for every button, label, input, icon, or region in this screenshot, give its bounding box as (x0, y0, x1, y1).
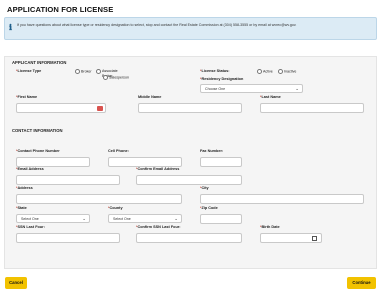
last-name-label: *Last Name (260, 95, 281, 99)
confirm-email-label: *Confirm Email Address (136, 167, 180, 171)
fax-input[interactable] (200, 157, 242, 167)
cancel-button[interactable]: Cancel (5, 277, 27, 289)
info-text: If you have questions about what license… (17, 23, 297, 27)
license-type-label: *License Type (16, 69, 42, 73)
confirm-email-input[interactable] (136, 175, 242, 185)
email-input[interactable] (16, 175, 120, 185)
city-input[interactable] (200, 194, 364, 204)
autofill-icon[interactable] (97, 105, 103, 111)
middle-name-input[interactable] (138, 103, 242, 113)
confirm-ssn-label: *Confirm SSN Last Four: (136, 225, 181, 229)
middle-name-label: Middle Name (138, 95, 162, 99)
state-label: *State (16, 206, 27, 210)
radio-icon[interactable] (278, 69, 283, 74)
state-select[interactable]: Select One ⌄ (16, 214, 90, 223)
residency-label: *Residency Designation (200, 77, 244, 81)
page-title: APPLICATION FOR LICENSE (7, 5, 114, 14)
radio-salesperson[interactable]: Salesperson (103, 75, 129, 80)
zip-input[interactable] (200, 214, 242, 224)
zip-label: *Zip Code (200, 206, 218, 210)
chevron-down-icon: ⌄ (295, 86, 299, 91)
email-label: *Email Address (16, 167, 44, 171)
info-banner: ℹ If you have questions about what licen… (4, 17, 377, 40)
section-title-applicant: APPLICANT INFORMATION (12, 60, 67, 65)
county-select[interactable]: Select One ⌄ (108, 214, 182, 223)
radio-icon[interactable] (96, 69, 101, 74)
section-title-contact: CONTACT INFORMATION (12, 128, 63, 133)
first-name-label: *First Name (16, 95, 38, 99)
chevron-down-icon: ⌄ (174, 216, 178, 221)
info-icon: ℹ (9, 22, 13, 32)
contact-phone-input[interactable] (16, 157, 90, 167)
ssn-label: *SSN Last Four: (16, 225, 45, 229)
residency-select[interactable]: Choose One ⌄ (200, 84, 303, 93)
birth-date-label: *Birth Date (260, 225, 280, 229)
license-status-label: *License Status: (200, 69, 230, 73)
radio-active[interactable]: Active (257, 69, 273, 74)
city-label: *City (200, 186, 209, 190)
address-input[interactable] (16, 194, 182, 204)
ssn-input[interactable] (16, 233, 120, 243)
first-name-input[interactable] (16, 103, 106, 113)
cell-phone-label: Cell Phone: (108, 149, 129, 153)
address-label: *Address (16, 186, 33, 190)
radio-icon[interactable] (257, 69, 262, 74)
fax-label: Fax Number: (200, 149, 224, 153)
last-name-input[interactable] (260, 103, 364, 113)
radio-icon[interactable] (103, 75, 108, 80)
confirm-ssn-input[interactable] (136, 233, 242, 243)
calendar-icon[interactable] (312, 235, 317, 241)
radio-inactive[interactable]: Inactive (278, 69, 296, 74)
contact-phone-label: *Contact Phone Number (16, 149, 60, 153)
continue-button[interactable]: Continue (347, 277, 376, 289)
county-label: *County (108, 206, 123, 210)
radio-broker[interactable]: Broker (75, 69, 92, 74)
radio-icon[interactable] (75, 69, 80, 74)
chevron-down-icon: ⌄ (82, 216, 86, 221)
cell-phone-input[interactable] (108, 157, 182, 167)
